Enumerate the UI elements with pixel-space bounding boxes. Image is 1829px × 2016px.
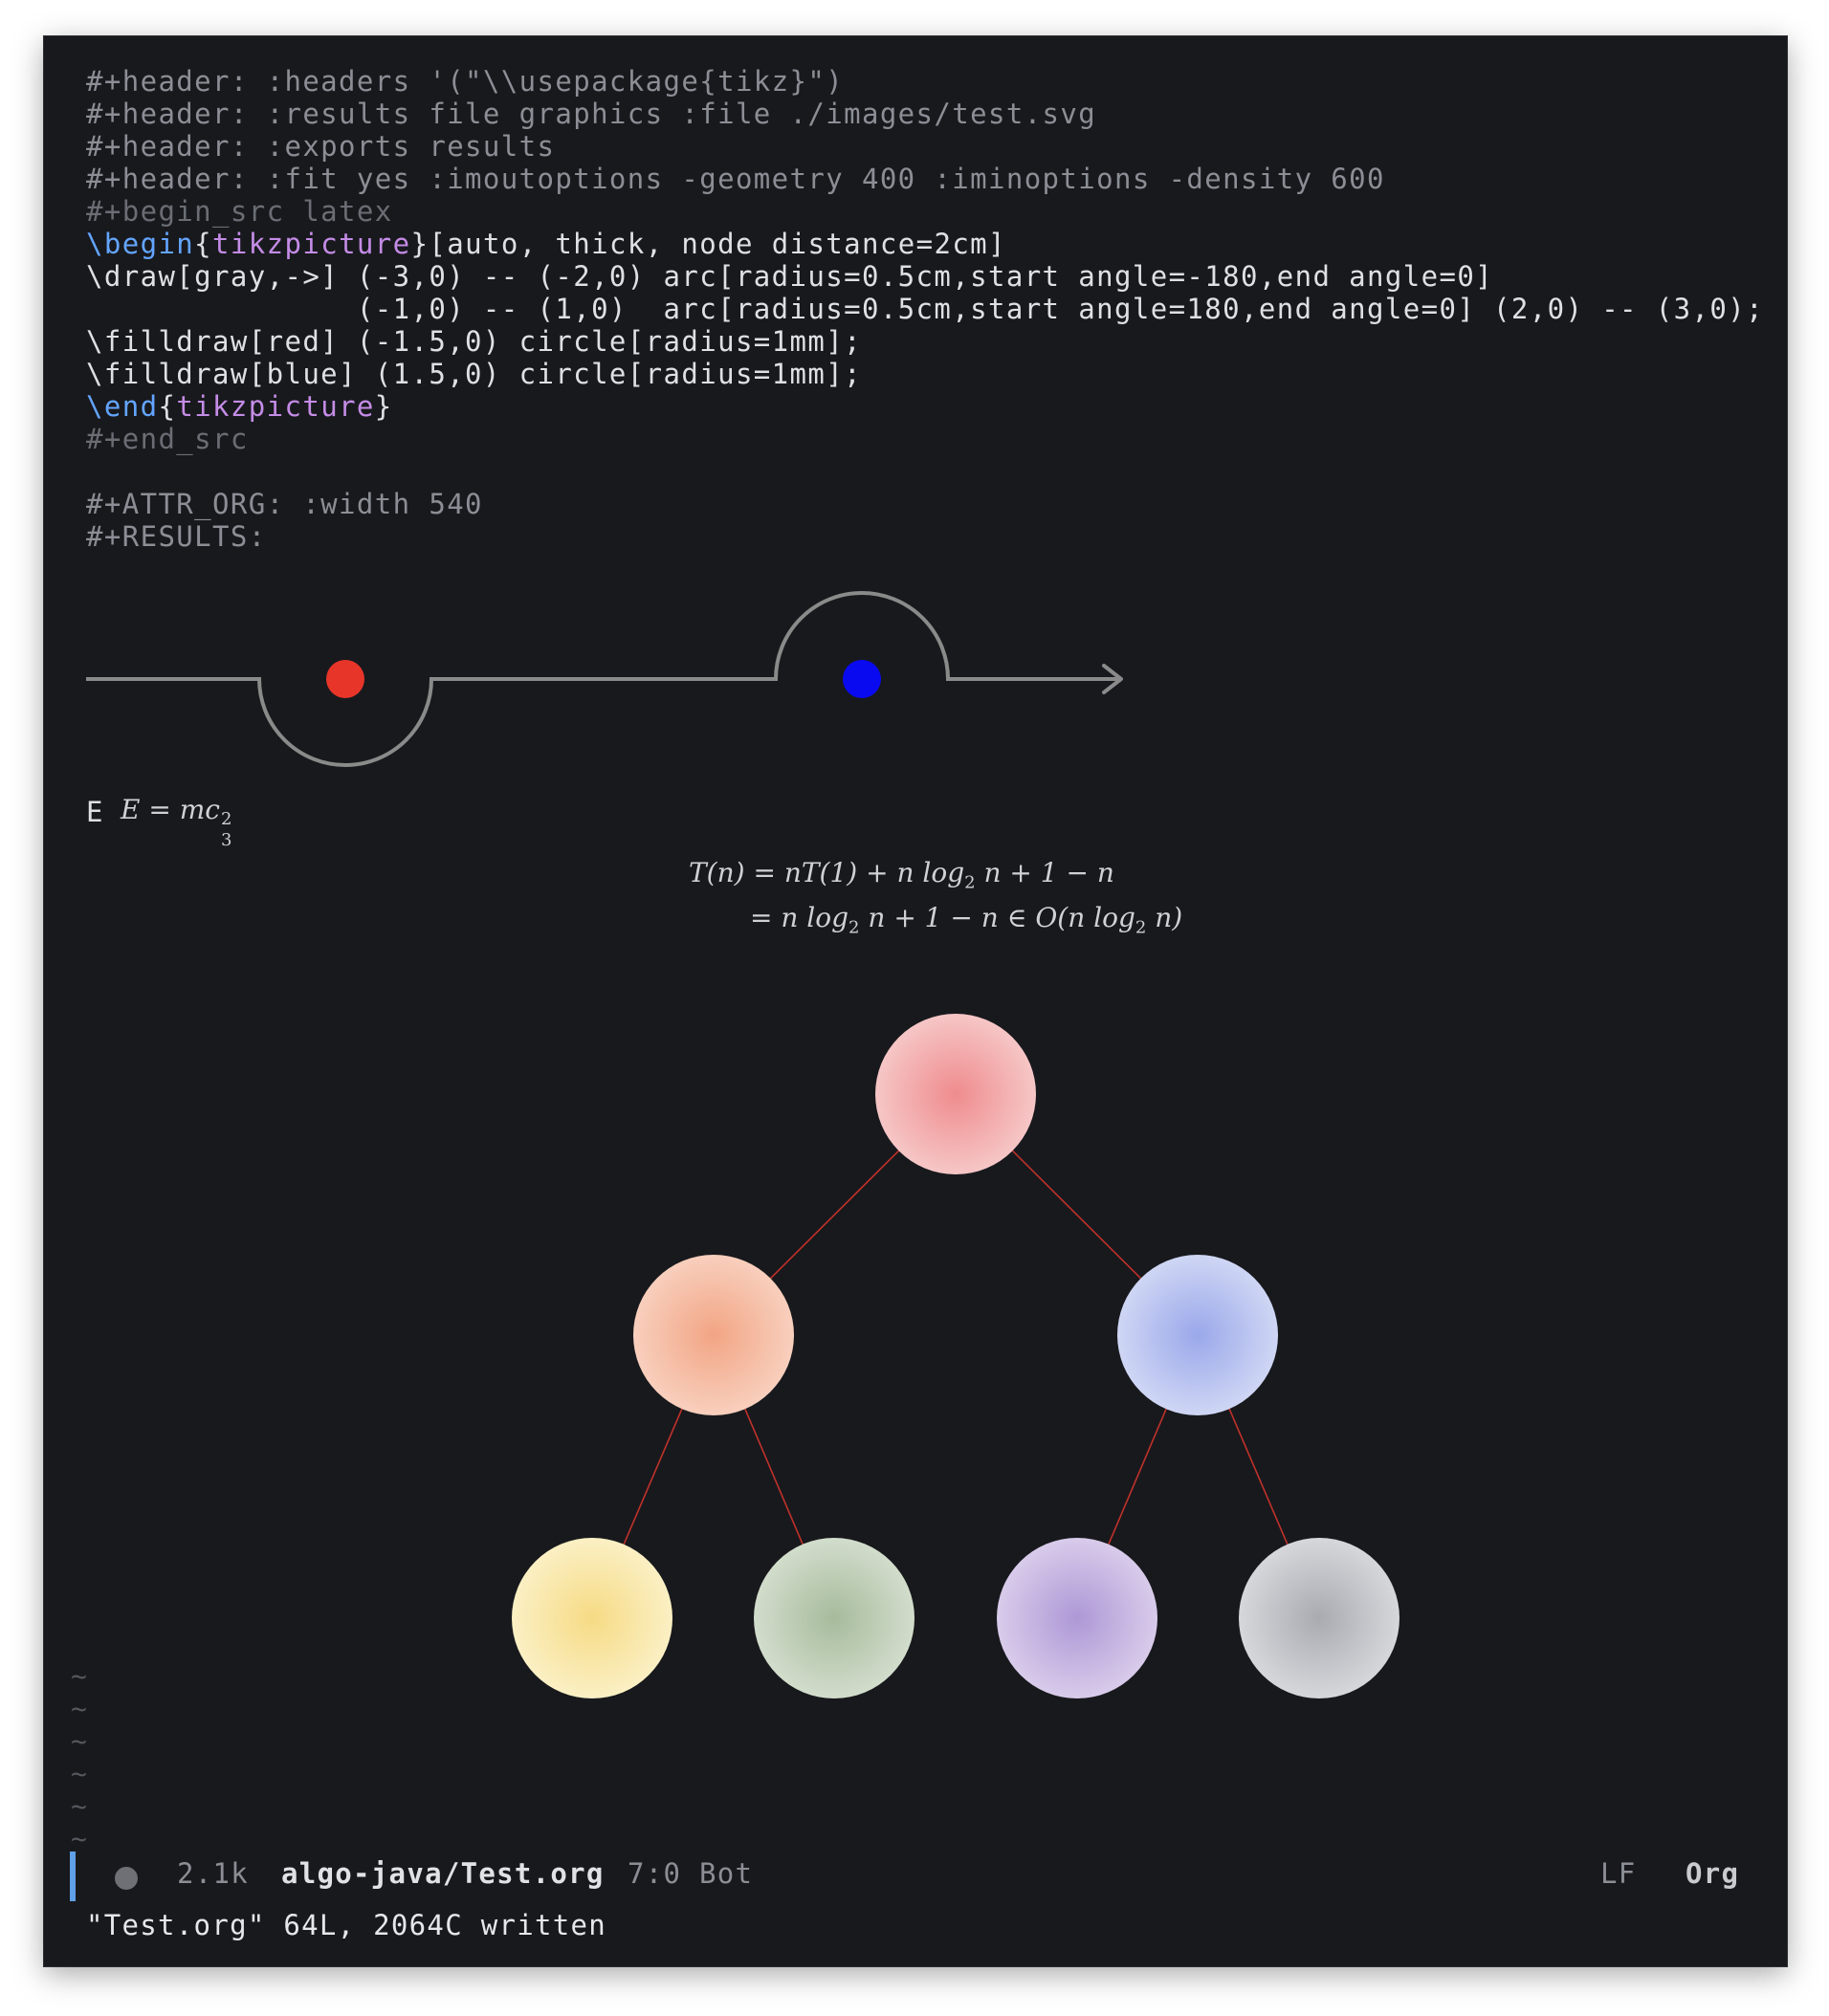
tree-edge bbox=[744, 1408, 804, 1545]
buffer-state-dot-icon bbox=[115, 1867, 138, 1890]
tilde-marker: ~ bbox=[71, 1790, 87, 1822]
major-mode[interactable]: Org bbox=[1686, 1857, 1739, 1890]
tree-node-root bbox=[875, 1014, 1036, 1174]
filldraw-blue-line: \filldraw[blue] (1.5,0) circle[radius=1m… bbox=[86, 358, 862, 390]
end-keyword: \end bbox=[86, 390, 159, 423]
display-equation-line-1: T(n) = nT(1) + n log2 n + 1 − n bbox=[689, 857, 1114, 893]
header-line-4: #+header: :fit yes :imoutoptions -geomet… bbox=[86, 163, 1385, 195]
tree-node-leaf1 bbox=[512, 1538, 672, 1698]
editor-window: #+header: :headers '("\\usepackage{tikz}… bbox=[44, 36, 1787, 1966]
tree-edge bbox=[1108, 1408, 1167, 1545]
tilde-marker: ~ bbox=[71, 1693, 87, 1724]
header-line-1: #+header: :headers '("\\usepackage{tikz}… bbox=[86, 65, 845, 98]
cursor-position[interactable]: 7:0 Bot bbox=[628, 1857, 753, 1890]
begin-keyword: \begin bbox=[86, 228, 195, 260]
tikz-result-figure bbox=[86, 591, 1123, 767]
tikz-path bbox=[86, 591, 1120, 767]
active-window-indicator bbox=[70, 1852, 76, 1901]
echo-area-message: "Test.org" 64L, 2064C written bbox=[86, 1909, 607, 1941]
tree-edge bbox=[1011, 1150, 1142, 1280]
blue-dot bbox=[843, 660, 881, 698]
tilde-marker: ~ bbox=[71, 1725, 87, 1757]
attr-org-line: #+ATTR_ORG: :width 540 bbox=[86, 488, 483, 520]
tree-edge bbox=[1228, 1408, 1289, 1545]
tree-node-leaf2 bbox=[754, 1538, 914, 1698]
begin-environment: tikzpicture bbox=[212, 228, 411, 260]
tilde-marker: ~ bbox=[71, 1758, 87, 1789]
buffer-size: 2.1k bbox=[177, 1857, 250, 1890]
inline-equation-label: E bbox=[86, 796, 103, 828]
tree-node-leaf3 bbox=[997, 1538, 1157, 1698]
end-environment: tikzpicture bbox=[176, 390, 375, 423]
tree-node-right bbox=[1117, 1255, 1278, 1415]
line-ending[interactable]: LF bbox=[1600, 1857, 1637, 1890]
end-tikz-line: \end{tikzpicture} bbox=[86, 390, 393, 423]
tree-node-leaf4 bbox=[1239, 1538, 1399, 1698]
draw-line-2: (-1,0) -- (1,0) arc[radius=0.5cm,start a… bbox=[86, 293, 1764, 325]
results-line: #+RESULTS: bbox=[86, 520, 267, 553]
tilde-marker: ~ bbox=[71, 1660, 87, 1692]
begin-tikz-line: \begin{tikzpicture}[auto, thick, node di… bbox=[86, 228, 1006, 260]
draw-line-1: \draw[gray,->] (-3,0) -- (-2,0) arc[radi… bbox=[86, 260, 1494, 293]
begin-src-line: #+begin_src latex bbox=[86, 195, 393, 228]
filldraw-red-line: \filldraw[red] (-1.5,0) circle[radius=1m… bbox=[86, 325, 862, 358]
tree-edge bbox=[769, 1150, 900, 1280]
mode-line: 2.1k algo-java/Test.org 7:0 Bot LF Org bbox=[44, 1848, 1787, 1901]
header-line-3: #+header: :exports results bbox=[86, 130, 556, 163]
tree-edge bbox=[623, 1408, 683, 1545]
end-src-line: #+end_src bbox=[86, 423, 249, 455]
header-line-2: #+header: :results file graphics :file .… bbox=[86, 98, 1097, 130]
inline-equation: E = mc 2 3 bbox=[121, 794, 232, 850]
binary-tree-diagram bbox=[512, 1014, 1399, 1698]
red-dot bbox=[326, 660, 364, 698]
tree-node-left bbox=[633, 1255, 794, 1415]
begin-args: [auto, thick, node distance=2cm] bbox=[429, 228, 1006, 260]
buffer-name[interactable]: algo-java/Test.org bbox=[281, 1857, 605, 1890]
display-equation-line-2: = n log2 n + 1 − n ∈ O(n log2 n) bbox=[750, 902, 1183, 938]
